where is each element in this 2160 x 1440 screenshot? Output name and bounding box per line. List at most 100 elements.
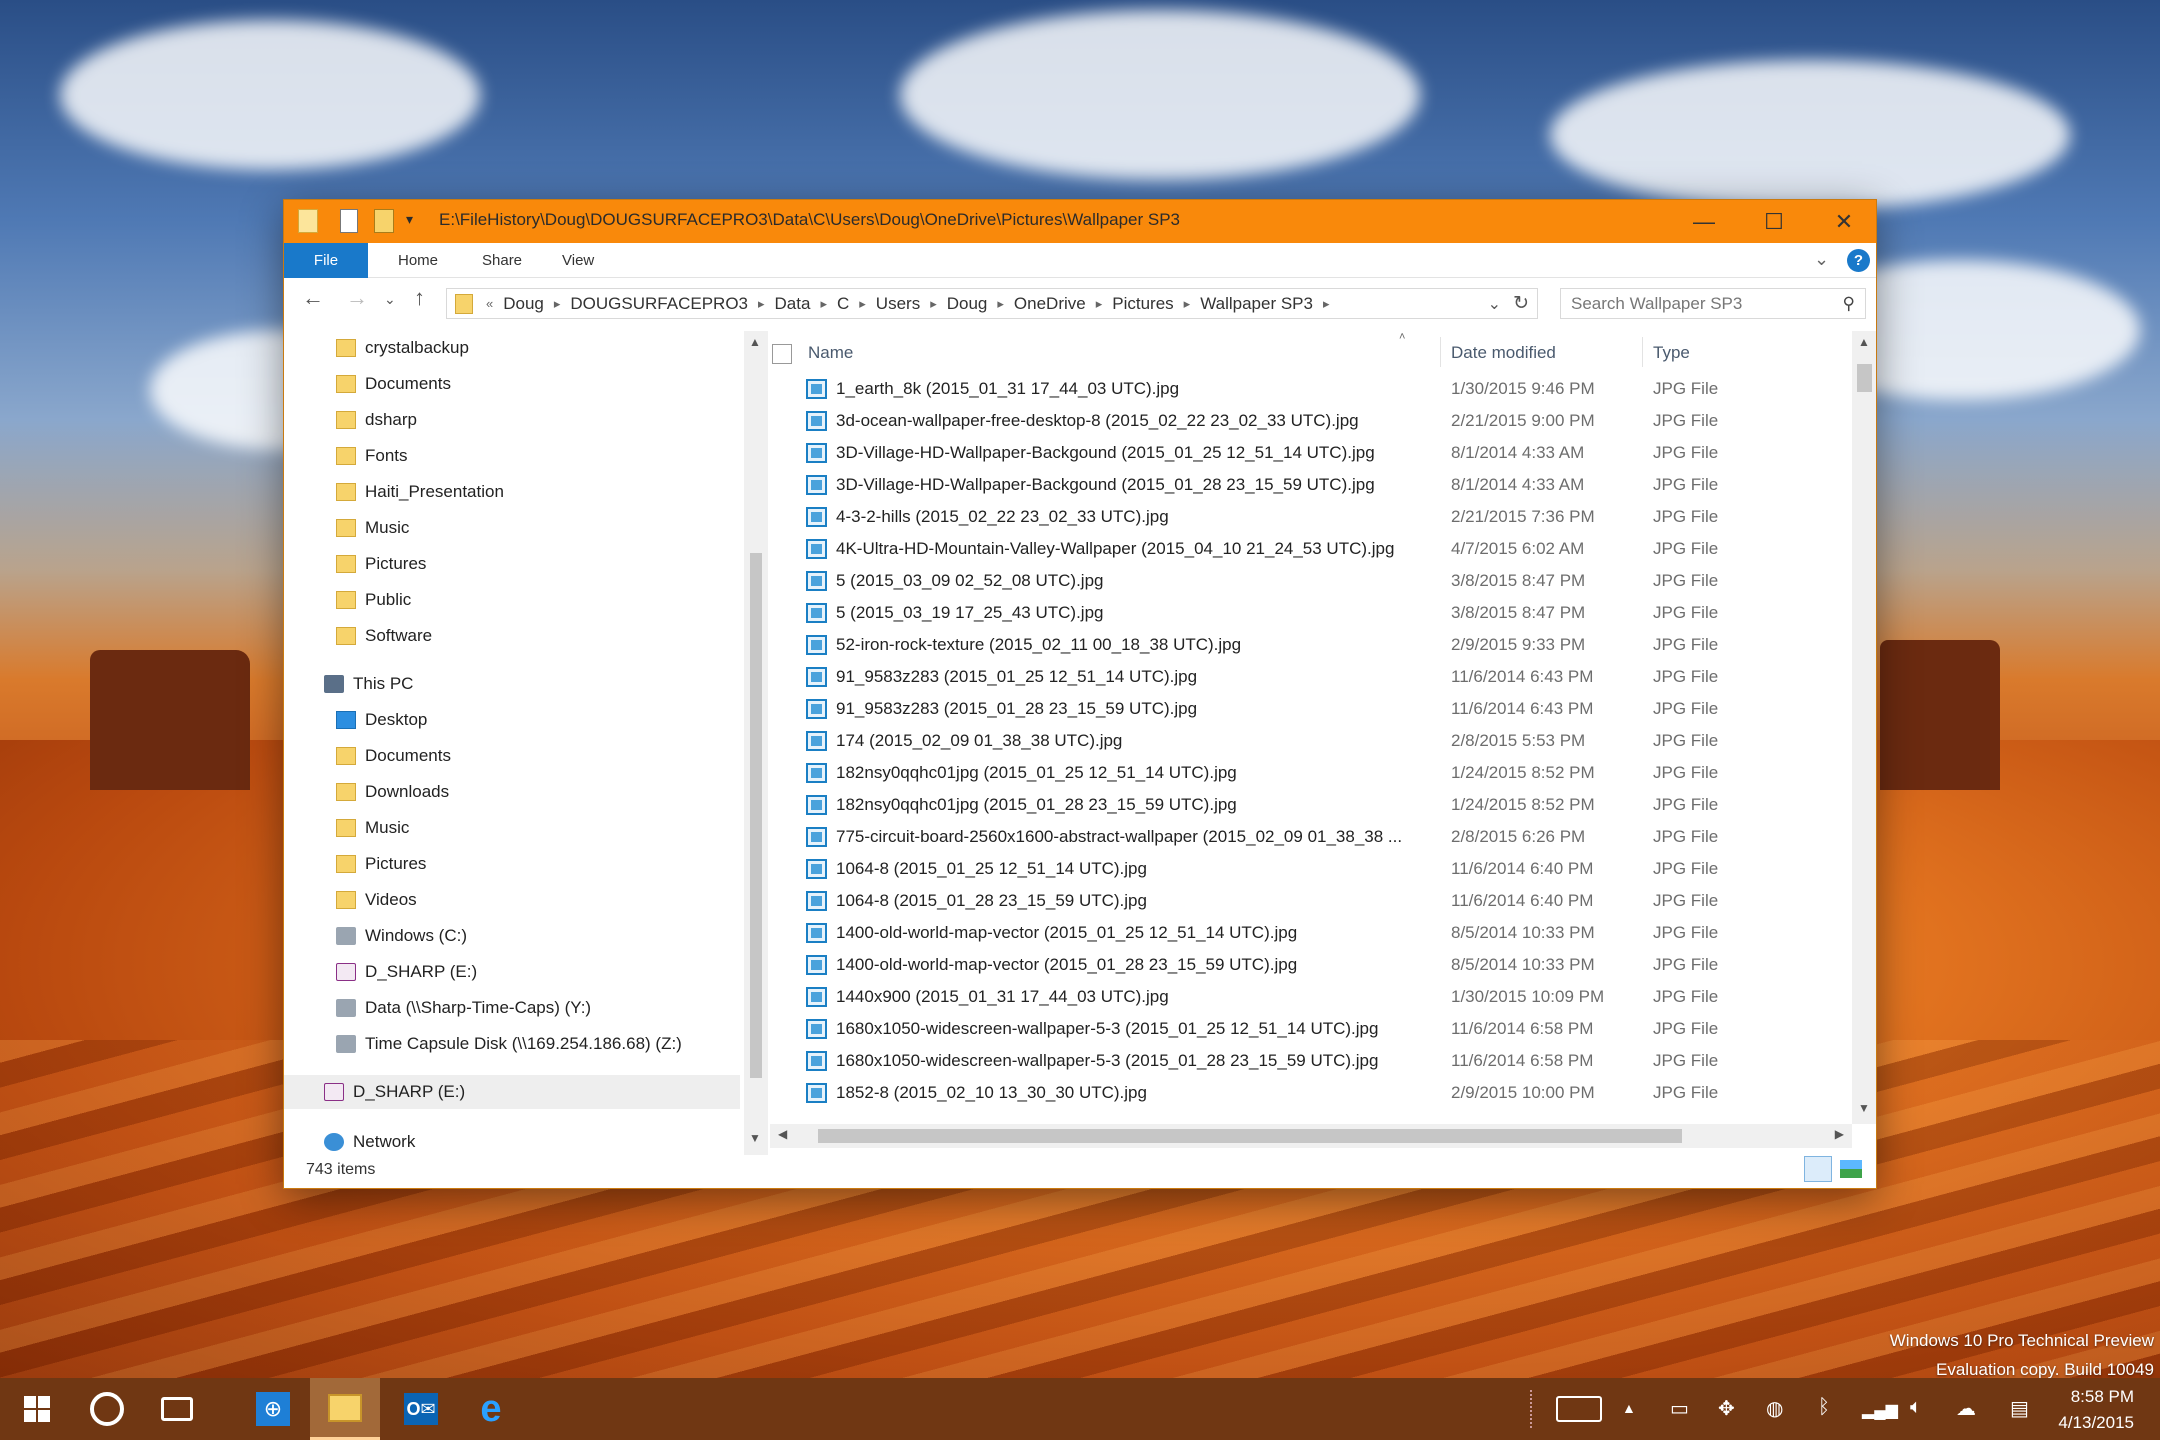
outlook-icon[interactable]: O✉ [390, 1378, 452, 1440]
file-row[interactable]: 182nsy0qqhc01jpg (2015_01_25 12_51_14 UT… [768, 757, 1854, 789]
volume-icon[interactable]: 🔈︎ [1910, 1396, 1922, 1419]
nav-item-data-y[interactable]: Data (\\Sharp-Time-Caps) (Y:) [336, 991, 591, 1025]
select-all-checkbox[interactable] [772, 344, 792, 364]
minimize-button[interactable]: — [1670, 200, 1738, 243]
file-row[interactable]: 775-circuit-board-2560x1600-abstract-wal… [768, 821, 1854, 853]
scroll-up-icon[interactable]: ▲ [749, 335, 761, 349]
nav-item-d-sharp-e-root[interactable]: D_SHARP (E:) [284, 1075, 740, 1109]
breadcrumb-doug[interactable]: Doug [503, 294, 544, 314]
expand-ribbon-icon[interactable]: ⌄ [1814, 249, 1829, 270]
column-divider[interactable] [1440, 337, 1441, 367]
nav-item-videos[interactable]: Videos [336, 883, 417, 917]
file-row[interactable]: 1064-8 (2015_01_25 12_51_14 UTC).jpg 11/6… [768, 853, 1854, 885]
breadcrumb-data[interactable]: Data [775, 294, 811, 314]
nav-item-software[interactable]: Software [336, 619, 432, 653]
nav-item-music[interactable]: Music [336, 511, 409, 545]
large-icons-view-icon[interactable] [1840, 1160, 1862, 1178]
file-row[interactable]: 5 (2015_03_19 17_25_43 UTC).jpg 3/8/2015 … [768, 597, 1854, 629]
nav-item-time-capsule-z[interactable]: Time Capsule Disk (\\169.254.186.68) (Z:… [336, 1027, 682, 1061]
file-row[interactable]: 1400-old-world-map-vector (2015_01_25 12… [768, 917, 1854, 949]
tab-file[interactable]: File [284, 243, 368, 278]
nav-item-crystalbackup[interactable]: crystalbackup [336, 331, 469, 365]
recent-locations-chevron-icon[interactable]: ⌄ [384, 291, 396, 308]
file-row[interactable]: 1852-8 (2015_02_10 13_30_30 UTC).jpg 2/9/… [768, 1077, 1854, 1109]
file-row[interactable]: 3d-ocean-wallpaper-free-desktop-8 (2015_… [768, 405, 1854, 437]
scroll-left-icon[interactable]: ◀ [778, 1127, 787, 1141]
internet-explorer-icon[interactable]: e [460, 1378, 522, 1440]
file-row[interactable]: 1440x900 (2015_01_31 17_44_03 UTC).jpg 1/… [768, 981, 1854, 1013]
start-icon[interactable] [6, 1378, 68, 1440]
nav-item-fonts[interactable]: Fonts [336, 439, 408, 473]
nav-item-this-pc[interactable]: This PC [324, 667, 413, 701]
file-list-scrollbar-thumb[interactable] [1857, 364, 1872, 392]
refresh-icon[interactable]: ↻ [1513, 292, 1529, 315]
breadcrumb-doug-2[interactable]: Doug [947, 294, 988, 314]
file-row[interactable]: 1680x1050-widescreen-wallpaper-5-3 (2015… [768, 1013, 1854, 1045]
forward-arrow-icon[interactable]: → [346, 285, 368, 311]
nav-item-pc-pictures[interactable]: Pictures [336, 847, 426, 881]
file-row[interactable]: 4-3-2-hills (2015_02_22 23_02_33 UTC).jp… [768, 501, 1854, 533]
column-header-date-modified[interactable]: Date modified [1451, 343, 1556, 363]
column-divider[interactable] [1642, 337, 1643, 367]
nav-item-documents[interactable]: Documents [336, 367, 451, 401]
file-row[interactable]: 91_9583z283 (2015_01_28 23_15_59 UTC).jp… [768, 693, 1854, 725]
file-row[interactable]: 4K-Ultra-HD-Mountain-Valley-Wallpaper (2… [768, 533, 1854, 565]
nav-item-d-sharp-e[interactable]: D_SHARP (E:) [336, 955, 477, 989]
column-header-name[interactable]: Name [808, 343, 853, 363]
properties-icon[interactable] [340, 209, 358, 233]
search-input[interactable]: Search Wallpaper SP3 ⚲ [1560, 288, 1866, 319]
maximize-button[interactable]: ☐ [1740, 200, 1808, 243]
address-dropdown-icon[interactable]: ⌄ [1488, 294, 1501, 314]
action-center-icon[interactable]: ▤ [2010, 1396, 2029, 1421]
search-icon[interactable]: ⚲ [1843, 289, 1855, 318]
nav-item-pc-documents[interactable]: Documents [336, 739, 451, 773]
file-row[interactable]: 1400-old-world-map-vector (2015_01_28 23… [768, 949, 1854, 981]
nav-item-pictures[interactable]: Pictures [336, 547, 426, 581]
file-row[interactable]: 182nsy0qqhc01jpg (2015_01_28 23_15_59 UT… [768, 789, 1854, 821]
file-row[interactable]: 3D-Village-HD-Wallpaper-Backgound (2015_… [768, 469, 1854, 501]
battery-icon[interactable]: ▭ [1670, 1396, 1689, 1421]
network-globe-icon[interactable]: ◍ [1766, 1396, 1783, 1421]
scroll-down-icon[interactable]: ▼ [1858, 1101, 1870, 1115]
wifi-signal-icon[interactable]: ▂▄▆ [1862, 1400, 1898, 1420]
clock[interactable]: 8:58 PM 4/13/2015 [2058, 1384, 2134, 1436]
nav-item-public[interactable]: Public [336, 583, 411, 617]
nav-item-haiti-presentation[interactable]: Haiti_Presentation [336, 475, 504, 509]
breadcrumb-dougsurfacepro3[interactable]: DOUGSURFACEPRO3 [570, 294, 748, 314]
globe-app-icon[interactable]: ⊕ [244, 1378, 302, 1440]
nav-item-dsharp[interactable]: dsharp [336, 403, 417, 437]
horizontal-scrollbar-thumb[interactable] [818, 1129, 1682, 1143]
show-hidden-icons-icon[interactable]: ▲ [1622, 1400, 1636, 1416]
breadcrumb-pictures[interactable]: Pictures [1112, 294, 1173, 314]
tab-home[interactable]: Home [386, 243, 450, 278]
file-row[interactable]: 91_9583z283 (2015_01_25 12_51_14 UTC).jp… [768, 661, 1854, 693]
file-explorer-icon[interactable] [310, 1378, 380, 1440]
up-arrow-icon[interactable]: ↑ [414, 285, 425, 311]
new-folder-icon[interactable] [374, 209, 394, 233]
touch-keyboard-icon[interactable] [1556, 1396, 1602, 1422]
scroll-down-icon[interactable]: ▼ [749, 1131, 761, 1145]
file-list-scrollbar[interactable]: ▲ ▼ [1852, 331, 1876, 1124]
nav-item-pc-music[interactable]: Music [336, 811, 409, 845]
file-row[interactable]: 1680x1050-widescreen-wallpaper-5-3 (2015… [768, 1045, 1854, 1077]
breadcrumb-overflow[interactable]: « [486, 296, 493, 311]
column-header-type[interactable]: Type [1653, 343, 1690, 363]
title-bar[interactable]: ▾ E:\FileHistory\Doug\DOUGSURFACEPRO3\Da… [284, 200, 1876, 243]
onedrive-sync-icon[interactable]: ✥ [1718, 1396, 1735, 1421]
back-arrow-icon[interactable]: ← [302, 285, 324, 311]
address-bar[interactable]: « Doug ▸ DOUGSURFACEPRO3 ▸ Data ▸ C ▸ Users ▸… [446, 288, 1538, 319]
tab-view[interactable]: View [550, 243, 606, 278]
file-row[interactable]: 3D-Village-HD-Wallpaper-Backgound (2015_… [768, 437, 1854, 469]
nav-item-downloads[interactable]: Downloads [336, 775, 449, 809]
nav-item-desktop[interactable]: Desktop [336, 703, 427, 737]
bluetooth-icon[interactable]: ᛒ [1818, 1396, 1830, 1419]
details-view-icon[interactable] [1804, 1156, 1832, 1182]
customize-qat-icon[interactable]: ▾ [406, 211, 413, 228]
tab-share[interactable]: Share [470, 243, 534, 278]
scroll-up-icon[interactable]: ▲ [1858, 335, 1870, 349]
onedrive-cloud-icon[interactable]: ☁︎ [1956, 1396, 1976, 1421]
file-row[interactable]: 1_earth_8k (2015_01_31 17_44_03 UTC).jpg… [768, 373, 1854, 405]
breadcrumb-onedrive[interactable]: OneDrive [1014, 294, 1086, 314]
close-button[interactable]: ✕ [1810, 200, 1878, 243]
file-row[interactable]: 5 (2015_03_09 02_52_08 UTC).jpg 3/8/2015 … [768, 565, 1854, 597]
